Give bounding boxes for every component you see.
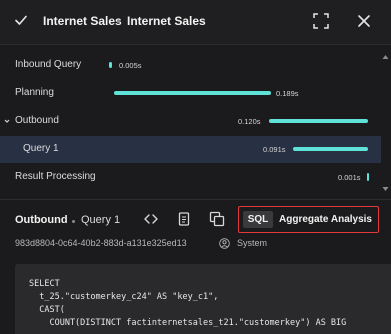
duration-value: 0.001s (338, 173, 361, 182)
duration-value: 0.189s (276, 89, 299, 98)
tab-sql[interactable]: SQL (243, 211, 273, 228)
duration-bar (293, 147, 368, 151)
expand-icon[interactable] (311, 11, 331, 31)
timeline-row-outbound[interactable]: Outbound 0.120s (0, 108, 381, 135)
copy-icon[interactable] (208, 210, 226, 228)
tab-aggregate-analysis[interactable]: Aggregate Analysis (279, 211, 372, 228)
row-label: Outbound (15, 115, 59, 126)
row-label: Result Processing (15, 171, 96, 182)
sql-code-text: SELECT t_25."customerkey_c24" AS "key_c1… (29, 279, 347, 334)
scrollbar[interactable] (383, 52, 388, 193)
duration-value: 0.120s (238, 117, 261, 126)
separator-dot (117, 20, 120, 23)
panel-header: Internet Sales Internet Sales (0, 0, 391, 45)
expand-caret-icon[interactable] (3, 117, 11, 125)
scroll-down-icon[interactable] (382, 186, 389, 192)
header-title-secondary: Internet Sales (127, 14, 206, 28)
header-title-primary: Internet Sales (43, 14, 122, 28)
user-name: System (237, 238, 268, 248)
duration-bar (114, 91, 271, 95)
query-id: 983d8804-0c64-40b2-883d-a131e325ed13 (15, 238, 187, 248)
detail-title: Outbound (15, 214, 68, 226)
duration-bar (109, 62, 112, 68)
row-label: Query 1 (23, 143, 59, 154)
view-toggle: SQL Aggregate Analysis (238, 206, 379, 233)
detail-subtitle: Query 1 (81, 214, 121, 226)
check-icon (15, 15, 27, 25)
document-icon[interactable] (175, 210, 193, 228)
timeline-row-planning[interactable]: Planning 0.189s (0, 80, 381, 107)
row-label: Inbound Query (15, 59, 82, 70)
code-icon[interactable] (142, 210, 160, 228)
sql-code-block[interactable]: SELECT t_25."customerkey_c24" AS "key_c1… (15, 264, 391, 334)
timeline-row-query-1[interactable]: Query 1 0.091s (0, 136, 381, 163)
timeline-row-inbound-query[interactable]: Inbound Query 0.005s (0, 52, 381, 79)
duration-value: 0.091s (263, 145, 286, 154)
user-icon (219, 238, 230, 249)
row-label: Planning (15, 87, 54, 98)
divider (0, 199, 391, 200)
duration-bar (367, 173, 369, 181)
separator-dot (72, 220, 75, 223)
close-icon[interactable] (354, 11, 374, 31)
duration-bar (269, 119, 368, 123)
duration-value: 0.005s (119, 61, 142, 70)
timeline-row-result-processing[interactable]: Result Processing 0.001s (0, 164, 381, 191)
